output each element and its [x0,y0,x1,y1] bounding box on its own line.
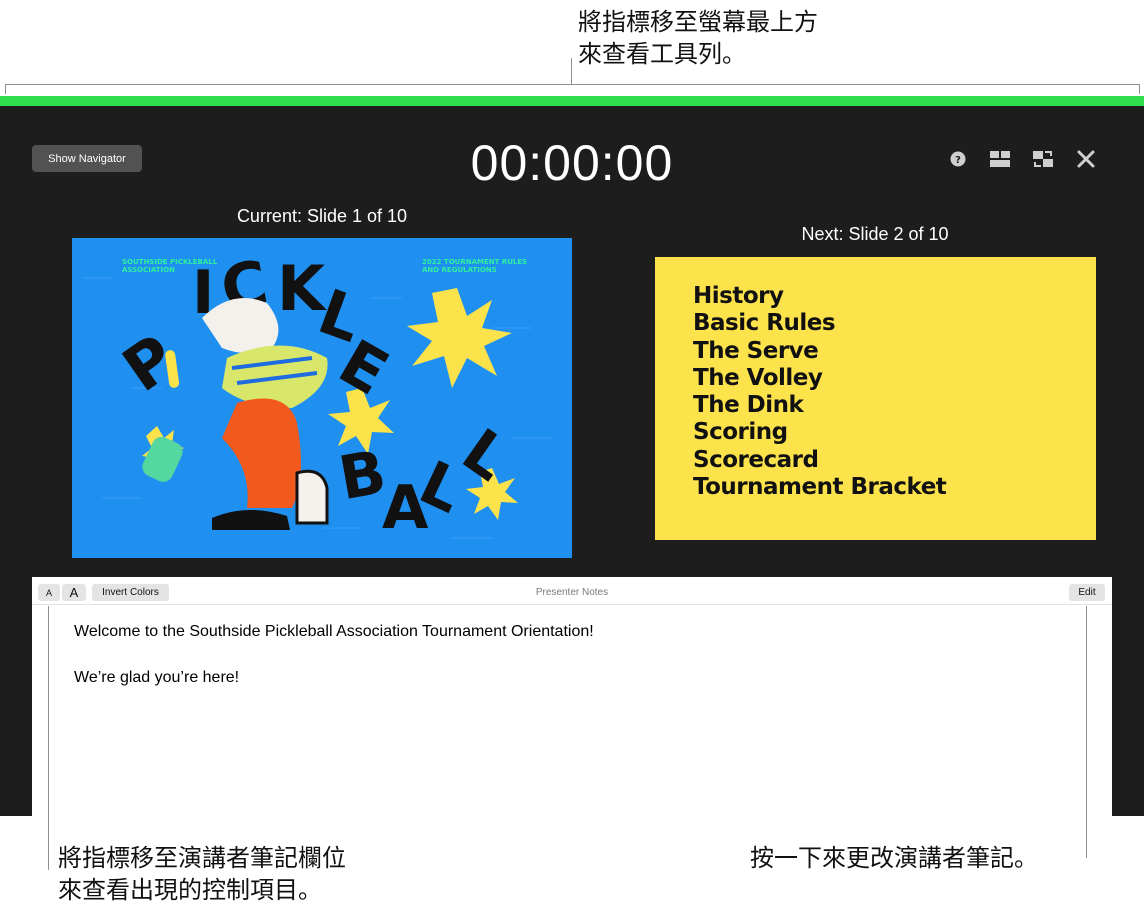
switch-displays-icon[interactable] [1031,147,1055,171]
callout-bracket-left-tick [5,84,6,94]
callout-leader-line [48,606,49,870]
slide-header-right: 2022 TOURNAMENT RULES AND REGULATIONS [422,258,528,274]
notes-paragraph: We’re glad you’re here! [74,669,240,686]
notes-text[interactable]: Welcome to the Southside Pickleball Asso… [74,623,594,715]
next-slide-item: Tournament Bracket [693,474,947,501]
callout-bracket [5,84,1140,85]
current-slide: P I C K L E B A L L SOUTHSIDE PICKLEBALL… [72,238,572,558]
svg-text:P: P [110,320,189,406]
svg-text:?: ? [955,155,961,166]
next-slide-label: Next: Slide 2 of 10 [801,224,949,244]
increase-font-button[interactable]: A [62,584,86,601]
current-slide-label: Current: Slide 1 of 10 [236,206,408,226]
presenter-display: Show Navigator 00:00:00 ? Current: Slide… [0,96,1144,816]
next-slide: History Basic Rules The Serve The Volley… [655,257,1096,540]
invert-colors-button[interactable]: Invert Colors [92,584,169,601]
next-slide-item: History [693,283,784,309]
next-slide-item: Basic Rules [693,310,836,337]
star-large [407,288,512,388]
layout-icon[interactable] [988,147,1012,171]
next-slide-item: The Volley [693,364,823,391]
next-slide-item: Scoring [693,419,788,446]
decrease-font-button[interactable]: A [38,584,60,601]
edit-callout: 按一下來更改演講者筆記。 [750,844,1038,872]
callout-leader-line [571,58,572,85]
callout-bracket-right-tick [1139,84,1140,94]
current-slide-artwork: P I C K L E B A L L [82,246,552,543]
show-navigator-button[interactable]: Show Navigator [32,145,142,172]
notes-title: Presenter Notes [535,587,609,598]
slide-header-left: SOUTHSIDE PICKLEBALL ASSOCIATION [122,258,218,274]
next-slide-list: History Basic Rules The Serve The Volley… [693,283,947,501]
notes-callout: 將指標移至演講者筆記欄位 來查看出現的控制項目。 [58,844,346,904]
presenter-notes-panel[interactable]: A A Invert Colors Presenter Notes Edit W… [32,577,1112,816]
next-slide-item: The Dink [693,392,804,419]
elapsed-timer: 00:00:00 [470,135,674,191]
toolbar-callout: 將指標移至螢幕最上方 來查看工具列。 [578,8,818,68]
close-icon[interactable] [1074,147,1098,171]
toolbar-reveal-bar [0,96,1144,106]
callout-leader-line [1086,606,1087,858]
next-slide-item: Scorecard [693,446,819,473]
help-icon[interactable]: ? [946,147,970,171]
notes-toolbar: A A Invert Colors Presenter Notes Edit [32,577,1112,605]
edit-notes-button[interactable]: Edit [1069,584,1105,601]
next-slide-item: The Serve [693,337,819,364]
notes-paragraph: Welcome to the Southside Pickleball Asso… [74,623,594,640]
